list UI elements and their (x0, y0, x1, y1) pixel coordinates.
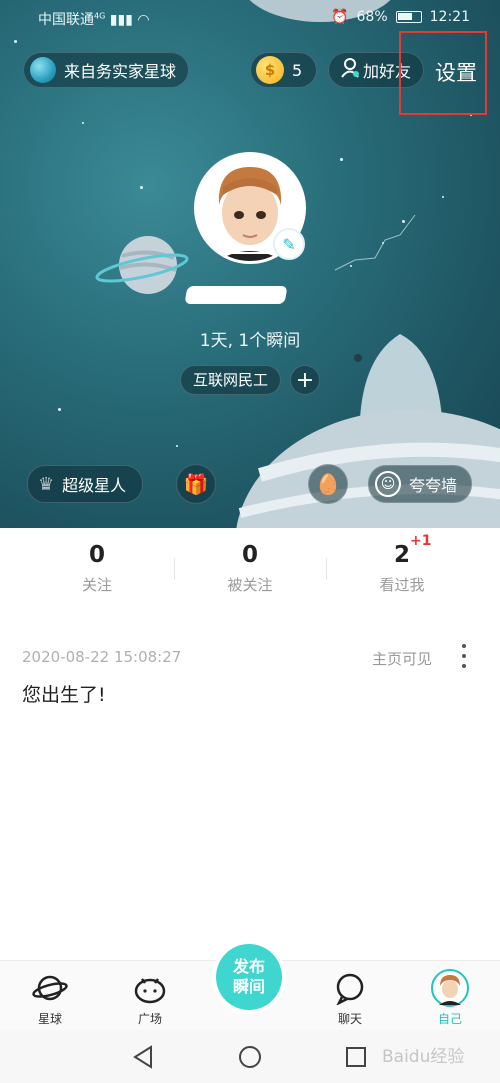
tab-planet-label: 星球 (37, 1012, 62, 1026)
post-timestamp: 2020-08-22 15:08:27 (22, 648, 182, 666)
carrier-label: 中国联通4G ▮▮▮ ◠ (38, 9, 150, 29)
alarm-icon: ⏰ (331, 9, 349, 25)
tab-planet[interactable]: 星球 (20, 969, 80, 1027)
tab-me[interactable]: 自己 (420, 969, 480, 1027)
visitors-stat[interactable]: 2 看过我 (327, 542, 477, 595)
profile-summary: 1天, 1个瞬间 (199, 331, 301, 351)
recents-icon[interactable] (343, 1044, 369, 1070)
back-icon[interactable] (130, 1044, 156, 1070)
add-user-icon (341, 58, 359, 82)
publish-line1: 发布 (232, 957, 265, 976)
tab-square-label: 广场 (137, 1012, 162, 1026)
super-star-button[interactable]: ♛ 超级星人 (27, 465, 144, 503)
tab-square[interactable]: 广场 (120, 969, 180, 1027)
more-options-icon[interactable] (459, 644, 469, 668)
nickname-redacted (184, 286, 288, 304)
planet-origin-button[interactable]: 来自务实家星球 (23, 52, 190, 88)
star-decoration (340, 158, 343, 161)
egg-icon: 🥚 (315, 472, 341, 496)
followers-stat[interactable]: 0 被关注 (175, 542, 325, 595)
star-decoration (176, 445, 178, 447)
star-decoration (442, 196, 444, 198)
profile-tag[interactable]: 互联网民工 (180, 365, 282, 395)
constellation-icon (334, 214, 416, 271)
visitors-label: 看过我 (379, 576, 425, 594)
battery-icon (395, 11, 422, 23)
wifi-icon: ◠ (137, 12, 150, 28)
gift-icon: 🎁 (183, 472, 209, 496)
me-tab-icon (420, 969, 480, 1007)
carrier-name: 中国联通 (38, 12, 94, 28)
praise-wall-button[interactable]: ☺ 夸夸墙 (368, 465, 473, 503)
super-star-label: 超级星人 (62, 476, 127, 495)
system-nav-bar: Baidu经验 (0, 1030, 500, 1083)
gift-button[interactable]: 🎁 (176, 464, 216, 504)
coin-count: 5 (292, 60, 303, 80)
followers-label: 被关注 (227, 576, 273, 594)
status-time: 12:21 (429, 9, 470, 25)
planet-tab-icon (20, 969, 80, 1007)
tab-chat[interactable]: 聊天 (320, 969, 380, 1027)
star-decoration (140, 186, 143, 189)
planet-origin-label: 来自务实家星球 (64, 62, 177, 81)
star-decoration (82, 122, 84, 124)
signal-icon: ▮▮▮ (109, 12, 133, 28)
highlight-box (399, 31, 487, 115)
crown-icon: ♛ (38, 473, 55, 495)
planet-icon (30, 57, 56, 83)
tab-chat-label: 聊天 (337, 1012, 362, 1026)
add-tag-button[interactable]: + (290, 365, 320, 395)
publish-moment-button[interactable]: 发布 瞬间 (216, 944, 282, 1010)
post-visibility[interactable]: 主页可见 (372, 648, 432, 669)
edit-avatar-icon[interactable]: ✎ (273, 228, 305, 260)
smile-icon: ☺ (375, 471, 401, 497)
ringed-planet-icon (95, 236, 189, 294)
praise-wall-label: 夸夸墙 (409, 476, 458, 495)
star-decoration (58, 408, 61, 411)
visitors-count: 2 (393, 542, 410, 568)
square-tab-icon (120, 969, 180, 1007)
network-type: 4G (94, 11, 106, 21)
following-stat[interactable]: 0 关注 (22, 542, 172, 595)
coin-icon: $ (256, 56, 284, 84)
following-count: 0 (88, 542, 105, 568)
egg-button[interactable]: 🥚 (308, 464, 348, 504)
battery-percent: 68% (356, 9, 388, 25)
new-visitor-badge: +1 (410, 533, 432, 549)
following-label: 关注 (81, 576, 112, 594)
tab-me-label: 自己 (437, 1012, 462, 1026)
chat-tab-icon (320, 969, 380, 1007)
post-content: 您出生了! (22, 684, 106, 706)
followers-count: 0 (241, 542, 258, 568)
coins-button[interactable]: $ 5 (250, 52, 318, 88)
status-right: ⏰ 68% 12:21 (331, 9, 470, 25)
planet-bottom-icon (236, 410, 500, 528)
star-decoration (14, 40, 17, 43)
watermark: Baidu经验 (382, 1047, 465, 1067)
home-icon[interactable] (237, 1044, 263, 1070)
publish-line2: 瞬间 (232, 977, 265, 996)
